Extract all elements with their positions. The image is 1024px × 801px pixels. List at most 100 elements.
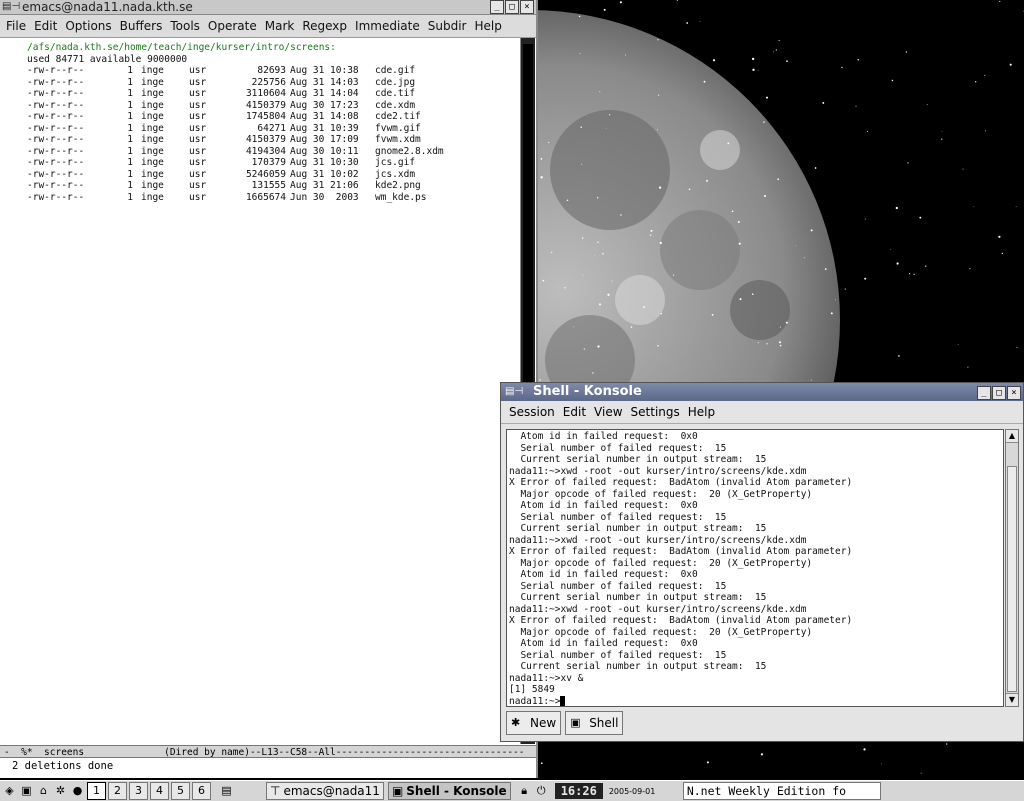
file-date: Aug 31 14:04 [290,88,359,99]
logout-icon[interactable]: ⏻ [534,783,549,799]
terminal-line: Serial number of failed request: 15 [509,442,727,454]
menu-help[interactable]: Help [474,19,501,33]
desktop-2[interactable]: 2 [108,782,127,800]
terminal-output[interactable]: Atom id in failed request: 0x0 Serial nu… [506,429,1004,707]
terminal-line: Current serial number in output stream: … [509,661,767,672]
file-group: usr [189,157,207,168]
dired-file-row[interactable]: -rw-r--r-- 1 inge usr 4194304 Aug 30 10:11 gno… [27,146,520,158]
dired-file-row[interactable]: -rw-r--r-- 1 inge usr 82693 Aug 31 10:38 cde.g… [27,65,520,77]
dired-buffer[interactable]: /afs/nada.kth.se/home/teach/inge/kurser/… [0,38,520,744]
menu-session[interactable]: Session [509,405,555,419]
scroll-down-icon[interactable]: ▼ [1006,693,1018,706]
dired-file-row[interactable]: -rw-r--r-- 1 inge usr 225756 Aug 31 14:03 cde.… [27,77,520,89]
file-name: jcs.xdm [375,168,416,180]
dired-file-row[interactable]: -rw-r--r-- 1 inge usr 5246059 Aug 31 10:02 jcs… [27,169,520,181]
file-group: usr [189,111,207,122]
terminal-line: Current serial number in output stream: … [509,454,767,465]
clock[interactable]: 16:26 [554,783,603,799]
emacs-menubar: File Edit Options Buffers Tools Operate … [0,15,536,38]
file-perm: -rw-r--r-- [27,168,85,180]
desktop-5[interactable]: 5 [171,782,190,800]
file-perm: -rw-r--r-- [27,76,85,88]
desktop-4[interactable]: 4 [150,782,169,800]
window-list-icon[interactable]: ▤ [219,783,234,799]
terminal-line: nada11:~> [509,696,1003,706]
home-icon[interactable]: ⌂ [36,783,51,799]
menu-tools[interactable]: Tools [170,19,200,33]
terminal-line: Major opcode of failed request: 20 (X_Ge… [509,626,813,638]
dired-file-row[interactable]: -rw-r--r-- 1 inge usr 131555 Aug 31 21:06 kde2… [27,180,520,192]
menu-settings[interactable]: Settings [631,405,680,419]
menu-edit[interactable]: Edit [34,19,57,33]
dired-file-row[interactable]: -rw-r--r-- 1 inge usr 1665674 Jun 30 2003 wm_k… [27,192,520,204]
konsole-window[interactable]: ▤⊣ Shell - Konsole _ □ × Session Edit Vi… [500,382,1024,742]
window-menu-icon[interactable]: ▤⊣ [2,1,20,13]
maximize-icon[interactable]: □ [992,386,1006,400]
konsole-menubar: Session Edit View Settings Help [501,401,1023,424]
file-perm: -rw-r--r-- [27,157,85,168]
dired-file-row[interactable]: -rw-r--r-- 1 inge usr 4150379 Aug 30 17:23 cde… [27,100,520,112]
file-perm: -rw-r--r-- [27,191,85,203]
browser-icon[interactable]: ● [70,783,85,799]
file-group: usr [189,180,207,191]
menu-subdir[interactable]: Subdir [428,19,467,33]
desktop-3[interactable]: 3 [129,782,148,800]
file-owner: inge [141,88,164,99]
task-emacs[interactable]: ⊤ emacs@nada11 [266,782,384,800]
terminal-line: Serial number of failed request: 15 [509,649,727,661]
konsole-scrollbar[interactable]: ▲ ▼ [1005,429,1019,707]
close-icon[interactable]: × [520,0,534,14]
file-owner: inge [141,122,164,134]
file-links: 1 [127,76,133,88]
menu-operate[interactable]: Operate [208,19,257,33]
tab-shell[interactable]: ▣ Shell [565,711,624,735]
emacs-titlebar[interactable]: ▤⊣ emacs@nada11.nada.kth.se _ □ × [0,0,536,15]
scroll-up-icon[interactable]: ▲ [1006,430,1018,443]
emacs-window[interactable]: ▤⊣ emacs@nada11.nada.kth.se _ □ × File E… [0,0,538,778]
dired-file-row[interactable]: -rw-r--r-- 1 inge usr 170379 Aug 31 10:30 jcs.… [27,157,520,169]
dired-file-row[interactable]: -rw-r--r-- 1 inge usr 3110604 Aug 31 14:04 cde… [27,88,520,100]
file-owner: inge [141,168,164,180]
menu-view[interactable]: View [594,405,622,419]
menu-help[interactable]: Help [688,405,715,419]
desktop-1[interactable]: 1 [87,782,106,800]
file-size: 4150379 [245,134,286,145]
file-size: 4194304 [245,145,286,157]
dired-file-row[interactable]: -rw-r--r-- 1 inge usr 4150379 Aug 30 17:09 fvw… [27,134,520,146]
terminal-line: Atom id in failed request: 0x0 [509,569,698,580]
scrollbar-thumb[interactable] [1007,466,1017,692]
menu-mark[interactable]: Mark [265,19,295,33]
desktop-6[interactable]: 6 [192,782,211,800]
menu-options[interactable]: Options [65,19,111,33]
menu-file[interactable]: File [6,19,26,33]
file-size: 82693 [257,65,286,76]
kde-menu-icon[interactable]: ◈ [2,783,17,799]
news-ticker[interactable]: N.net Weekly Edition fo [682,782,881,800]
menu-buffers[interactable]: Buffers [120,19,163,33]
task-konsole[interactable]: ▣ Shell - Konsole [387,782,511,800]
emacs-task-icon: ⊤ [270,784,281,798]
terminal-line: Major opcode of failed request: 20 (X_Ge… [509,557,813,569]
minimize-icon[interactable]: _ [977,386,991,400]
dired-file-row[interactable]: -rw-r--r-- 1 inge usr 1745804 Aug 31 14:08 cde… [27,111,520,123]
terminal-cursor [560,696,566,706]
menu-immediate[interactable]: Immediate [355,19,420,33]
shell-launcher-icon[interactable]: ▣ [19,783,34,799]
terminal-line: nada11:~>xv & [509,672,584,684]
close-icon[interactable]: × [1007,386,1021,400]
file-owner: inge [141,76,164,88]
maximize-icon[interactable]: □ [505,0,519,14]
dired-file-row[interactable]: -rw-r--r-- 1 inge usr 64271 Aug 31 10:39 fvwm.… [27,123,520,135]
terminal-line: [1] 5849 [509,684,555,695]
settings-icon[interactable]: ✲ [53,783,68,799]
menu-regexp[interactable]: Regexp [302,19,347,33]
konsole-titlebar[interactable]: ▤⊣ Shell - Konsole _ □ × [501,383,1023,401]
menu-edit[interactable]: Edit [563,405,586,419]
file-perm: -rw-r--r-- [27,111,85,122]
new-session-button[interactable]: ✱ New [506,711,562,735]
file-date: Aug 31 14:03 [290,76,359,88]
emacs-minibuffer[interactable]: 2 deletions done [0,759,536,777]
window-menu-icon[interactable]: ▤⊣ [505,385,523,399]
minimize-icon[interactable]: _ [490,0,504,14]
lock-icon[interactable]: 🔒︎ [517,783,532,799]
